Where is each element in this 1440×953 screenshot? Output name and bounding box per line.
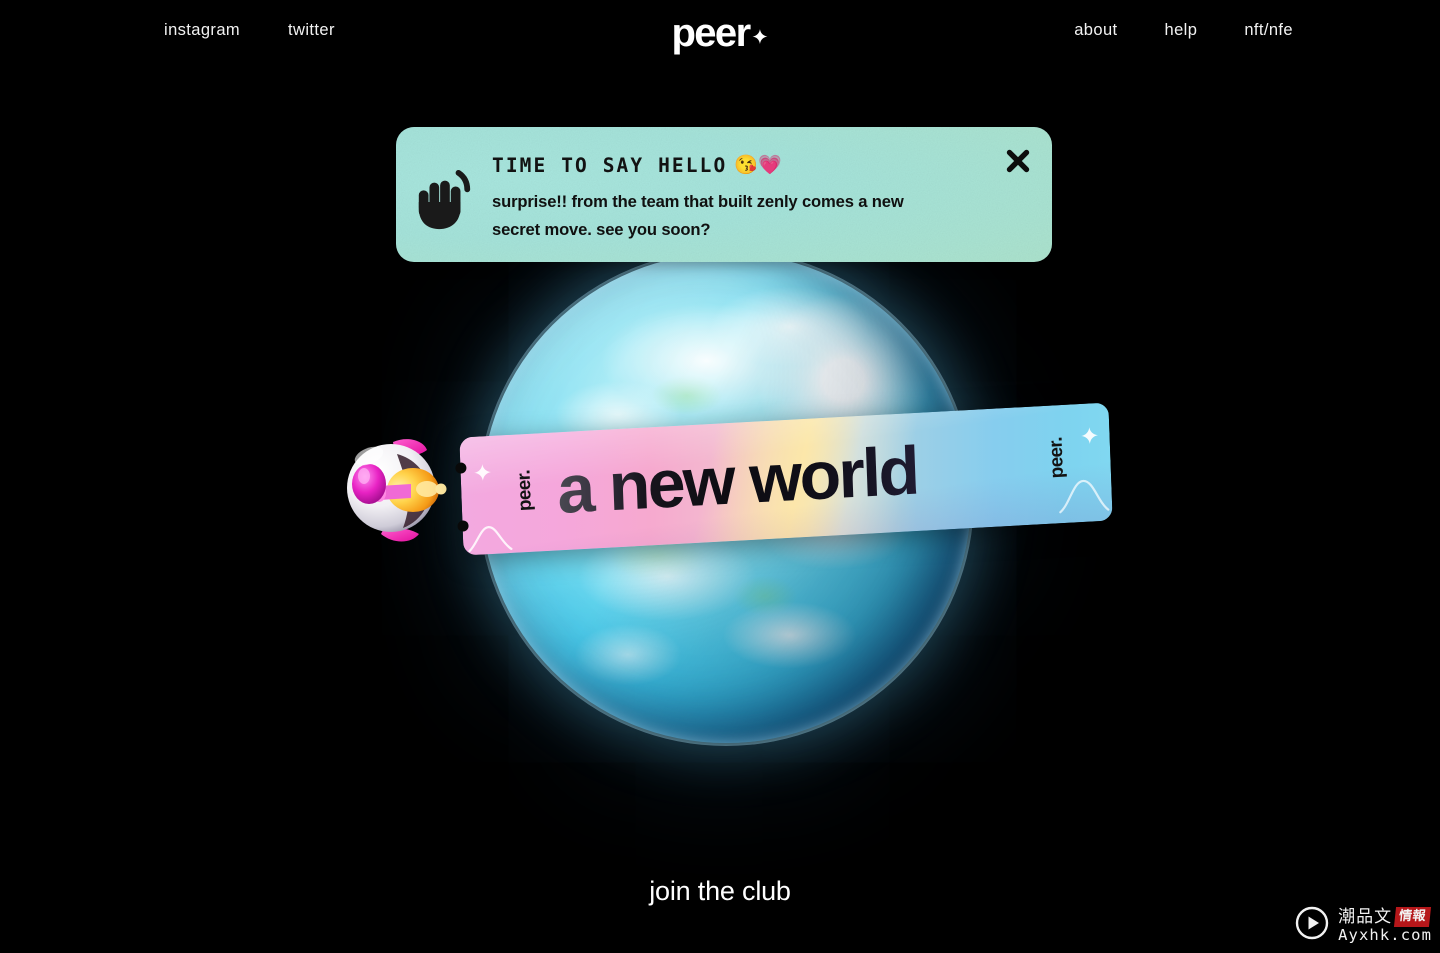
waving-hand-icon — [396, 155, 492, 231]
banner-brand-left: peer. — [513, 469, 536, 512]
sparkle-icon-left — [472, 462, 493, 488]
banner-brand-right: peer. — [1045, 436, 1069, 479]
watermark-texts: 潮品文 情報 Ayxhk.com — [1338, 907, 1432, 944]
watermark-domain: Ayxhk.com — [1338, 926, 1432, 945]
sparkle-icon — [752, 28, 769, 49]
hello-title-label: TIME TO SAY HELLO — [492, 154, 728, 177]
nav-link-help[interactable]: help — [1165, 22, 1198, 39]
nav-link-about[interactable]: about — [1074, 22, 1117, 39]
nav-link-nft-nfe[interactable]: nft/nfe — [1244, 22, 1293, 39]
watermark-row-top: 潮品文 情報 — [1338, 906, 1432, 928]
top-navigation: instagram twitter peer about help nft/nf… — [0, 0, 1440, 70]
decorative-curve-right — [1057, 472, 1111, 520]
rocket-capsule-character — [335, 428, 465, 553]
hello-title-emoji: 😘💗 — [734, 154, 782, 177]
hello-notification-banner: TIME TO SAY HELLO 😘💗 surprise!! from the… — [396, 127, 1052, 262]
watermark-badge: 情報 — [1394, 907, 1432, 928]
page-root: instagram twitter peer about help nft/nf… — [0, 0, 1440, 953]
watermark: 潮品文 情報 Ayxhk.com — [1295, 906, 1432, 945]
join-the-club-link[interactable]: join the club — [0, 876, 1440, 907]
hello-banner-text: TIME TO SAY HELLO 😘💗 surprise!! from the… — [492, 155, 1052, 243]
site-logo[interactable]: peer — [671, 11, 769, 55]
play-circle-icon — [1295, 906, 1329, 945]
hello-banner-body: surprise!! from the team that built zenl… — [492, 192, 904, 239]
logo-text: peer — [671, 11, 751, 55]
hello-banner-title: TIME TO SAY HELLO 😘💗 — [492, 154, 992, 177]
nav-link-twitter[interactable]: twitter — [288, 22, 335, 39]
nav-link-instagram[interactable]: instagram — [164, 22, 240, 39]
nav-left-group: instagram twitter — [164, 22, 335, 39]
hello-banner-content: TIME TO SAY HELLO 😘💗 surprise!! from the… — [396, 127, 1052, 262]
sparkle-icon-right — [1079, 425, 1100, 451]
nav-right-group: about help nft/nfe — [1074, 22, 1293, 39]
decorative-curve-left — [466, 516, 513, 556]
watermark-cn-text: 潮品文 — [1338, 906, 1393, 927]
close-icon[interactable] — [1001, 144, 1035, 178]
banner-headline: a new world — [555, 432, 919, 529]
